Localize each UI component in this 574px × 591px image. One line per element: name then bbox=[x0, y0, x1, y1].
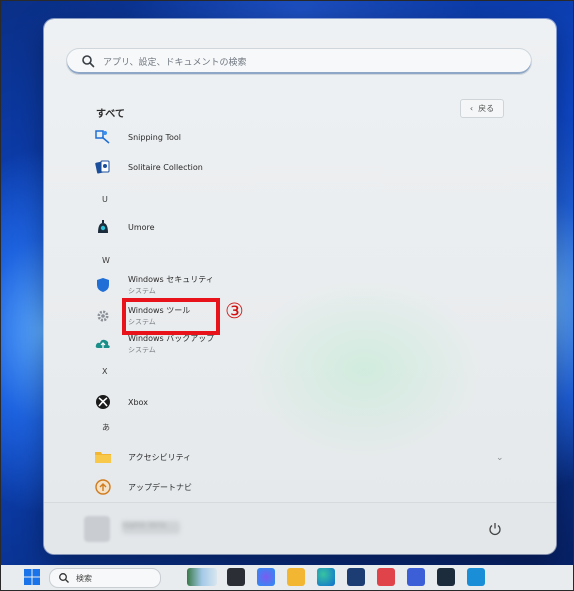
app-label: Solitaire Collection bbox=[128, 162, 203, 172]
app-label: Umore bbox=[128, 222, 155, 232]
gear-icon bbox=[94, 307, 112, 325]
app-red-icon[interactable] bbox=[377, 568, 395, 586]
taskbar: 検索 bbox=[1, 565, 573, 590]
edge-icon[interactable] bbox=[317, 568, 335, 586]
app-umore[interactable]: Umore bbox=[94, 215, 155, 239]
start-footer: Sophie Veria bbox=[44, 502, 556, 554]
taskbar-search[interactable]: 検索 bbox=[49, 568, 161, 588]
user-name[interactable]: Sophie Veria bbox=[122, 521, 180, 534]
app-blue-icon[interactable] bbox=[407, 568, 425, 586]
cards-icon bbox=[94, 158, 112, 176]
chevron-left-icon: ‹ bbox=[469, 104, 474, 113]
folder-icon bbox=[94, 448, 112, 466]
search-box[interactable]: アプリ、設定、ドキュメントの検索 bbox=[66, 48, 532, 75]
store-icon[interactable] bbox=[347, 568, 365, 586]
background-glow bbox=[244, 279, 484, 459]
annotation-highlight-box bbox=[122, 298, 220, 335]
letter-header-w[interactable]: W bbox=[102, 256, 110, 265]
annotation-step-marker: ③ bbox=[225, 299, 244, 323]
letter-header-x[interactable]: X bbox=[102, 367, 107, 376]
letter-header-u[interactable]: U bbox=[102, 195, 108, 204]
app-subtitle: システム bbox=[128, 286, 156, 295]
app-subtitle: システム bbox=[128, 345, 156, 354]
copilot-icon[interactable] bbox=[257, 568, 275, 586]
file-explorer-icon[interactable] bbox=[287, 568, 305, 586]
cloud-upload-icon bbox=[94, 335, 112, 353]
shield-icon bbox=[94, 276, 112, 294]
outlook-icon[interactable] bbox=[467, 568, 485, 586]
widgets-icon[interactable] bbox=[187, 568, 217, 586]
snipping-tool-icon bbox=[94, 128, 112, 146]
app-text: Windows セキュリティ システム bbox=[128, 274, 214, 297]
chevron-down-icon[interactable]: ⌄ bbox=[496, 453, 504, 463]
app-xbox[interactable]: Xbox bbox=[94, 390, 148, 414]
app-label: Snipping Tool bbox=[128, 132, 181, 142]
app-windows-security[interactable]: Windows セキュリティ システム bbox=[94, 273, 214, 297]
app-text: Windows バックアップ システム bbox=[128, 333, 214, 356]
windows-start-icon[interactable] bbox=[23, 568, 41, 586]
xbox-icon bbox=[94, 393, 112, 411]
start-menu: アプリ、設定、ドキュメントの検索 すべて ‹ 戻る Snipping Tool … bbox=[44, 19, 556, 554]
app-label: Xbox bbox=[128, 397, 148, 407]
update-navi-icon bbox=[94, 478, 112, 496]
user-avatar[interactable] bbox=[84, 516, 110, 542]
search-icon bbox=[82, 55, 95, 68]
umore-taskbar-icon[interactable] bbox=[437, 568, 455, 586]
app-label: アップデートナビ bbox=[128, 482, 192, 492]
taskbar-search-label: 検索 bbox=[76, 573, 92, 583]
search-input[interactable]: アプリ、設定、ドキュメントの検索 bbox=[103, 55, 246, 68]
search-icon bbox=[59, 573, 69, 583]
umore-icon bbox=[94, 218, 112, 236]
power-icon[interactable] bbox=[488, 522, 502, 536]
app-update-navi[interactable]: アップデートナビ bbox=[94, 475, 192, 499]
letter-header-a[interactable]: あ bbox=[102, 422, 110, 433]
all-apps-title: すべて bbox=[96, 109, 125, 120]
app-label: Windows セキュリティ bbox=[128, 274, 214, 284]
back-button-label: 戻る bbox=[478, 104, 495, 113]
back-button[interactable]: ‹ 戻る bbox=[460, 99, 504, 118]
app-label: アクセシビリティ bbox=[128, 452, 192, 462]
app-solitaire-collection[interactable]: Solitaire Collection bbox=[94, 155, 203, 179]
task-view-icon[interactable] bbox=[227, 568, 245, 586]
app-accessibility-folder[interactable]: アクセシビリティ bbox=[94, 445, 191, 469]
app-snipping-tool[interactable]: Snipping Tool bbox=[94, 125, 181, 149]
app-windows-backup[interactable]: Windows バックアップ システム bbox=[94, 332, 214, 356]
